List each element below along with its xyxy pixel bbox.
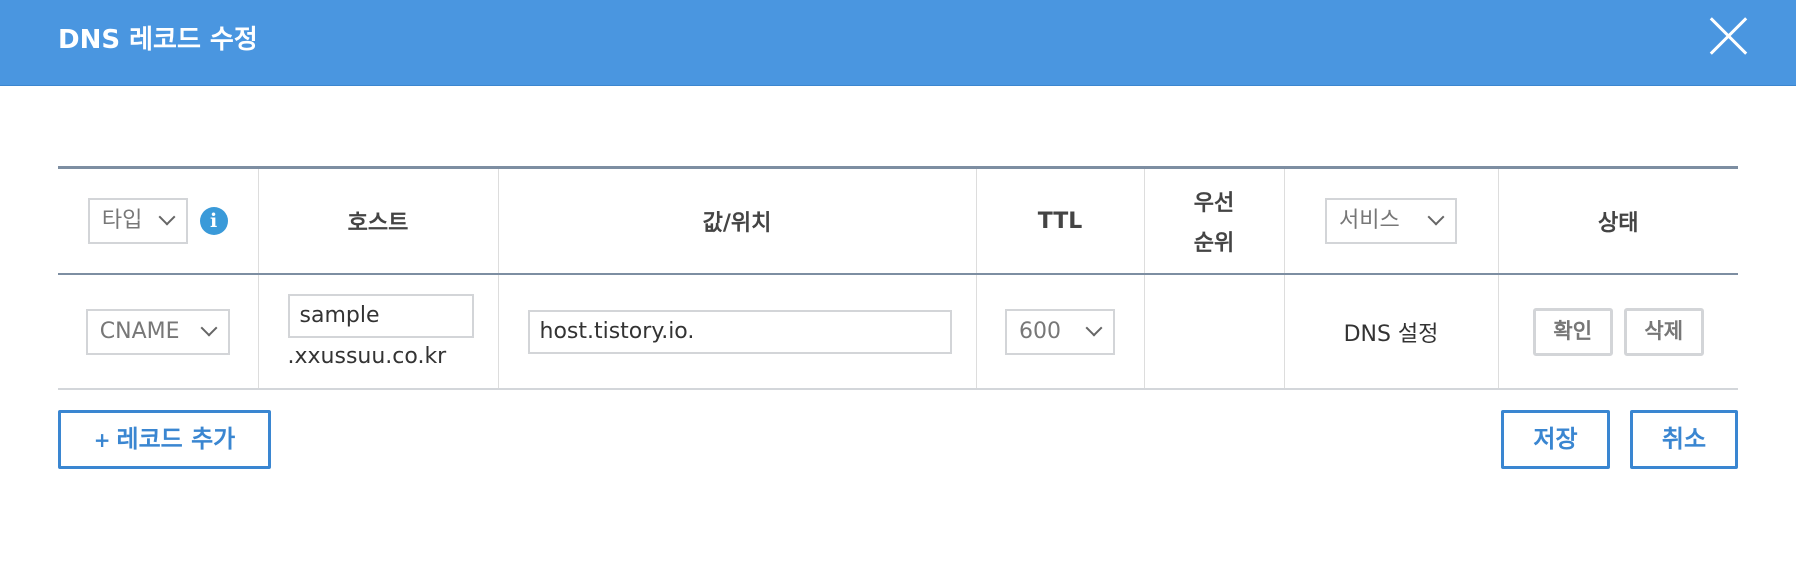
type-filter-value: 타입 [101, 208, 143, 233]
value-cell: host.tistory.io. [497, 274, 976, 390]
status-header: 상태 [1497, 167, 1738, 275]
priority-cell [1143, 274, 1284, 390]
add-record-button[interactable]: + 레코드 추가 [58, 410, 271, 469]
dialog-title: DNS 레코드 수정 [58, 25, 258, 55]
service-header: 서비스 [1283, 167, 1498, 275]
type-header: 타입 i [58, 167, 258, 275]
close-icon[interactable] [1708, 16, 1748, 56]
ttl-value: 600 [1019, 318, 1061, 344]
delete-button[interactable]: 삭제 [1623, 307, 1704, 356]
table-header-row: 타입 i 호스트 값/위치 TTL 우선 순위 서비스 상태 [58, 167, 1738, 275]
value-header: 값/위치 [497, 167, 976, 275]
service-cell: DNS 설정 [1283, 274, 1498, 390]
chevron-down-icon [1427, 208, 1445, 226]
priority-header: 우선 순위 [1143, 167, 1284, 275]
info-icon[interactable]: i [199, 207, 228, 235]
plus-icon: + [93, 428, 111, 452]
service-filter-value: 서비스 [1339, 208, 1400, 233]
table-row: CNAME sample .xxussuu.co.kr host.tistory… [58, 274, 1738, 390]
ttl-header: TTL [975, 167, 1144, 275]
type-filter-select[interactable]: 타입 [87, 198, 188, 244]
add-record-label: 레코드 추가 [116, 425, 236, 453]
status-cell: 확인 삭제 [1497, 274, 1738, 390]
chevron-down-icon [1085, 319, 1103, 336]
host-cell: sample .xxussuu.co.kr [257, 274, 498, 390]
cancel-button[interactable]: 취소 [1630, 410, 1738, 469]
service-filter-select[interactable]: 서비스 [1325, 198, 1457, 244]
priority-header-line1: 우선 [1193, 191, 1235, 216]
value-input[interactable]: host.tistory.io. [527, 309, 952, 354]
confirm-button[interactable]: 확인 [1532, 307, 1613, 356]
chevron-down-icon [200, 319, 218, 336]
record-type-value: CNAME [99, 318, 180, 344]
dns-record-table: 타입 i 호스트 값/위치 TTL 우선 순위 서비스 상태 CNAME sam… [58, 166, 1738, 390]
save-button[interactable]: 저장 [1501, 410, 1610, 469]
host-header: 호스트 [257, 167, 498, 275]
record-type-select[interactable]: CNAME [85, 308, 230, 355]
type-cell: CNAME [58, 274, 258, 390]
host-input[interactable]: sample [287, 294, 474, 338]
chevron-down-icon [158, 208, 176, 226]
host-domain-suffix: .xxussuu.co.kr [287, 344, 447, 369]
dialog-header: DNS 레코드 수정 [0, 0, 1796, 86]
priority-header-line2: 순위 [1193, 231, 1235, 256]
ttl-cell: 600 [975, 274, 1144, 390]
ttl-select[interactable]: 600 [1005, 308, 1115, 355]
